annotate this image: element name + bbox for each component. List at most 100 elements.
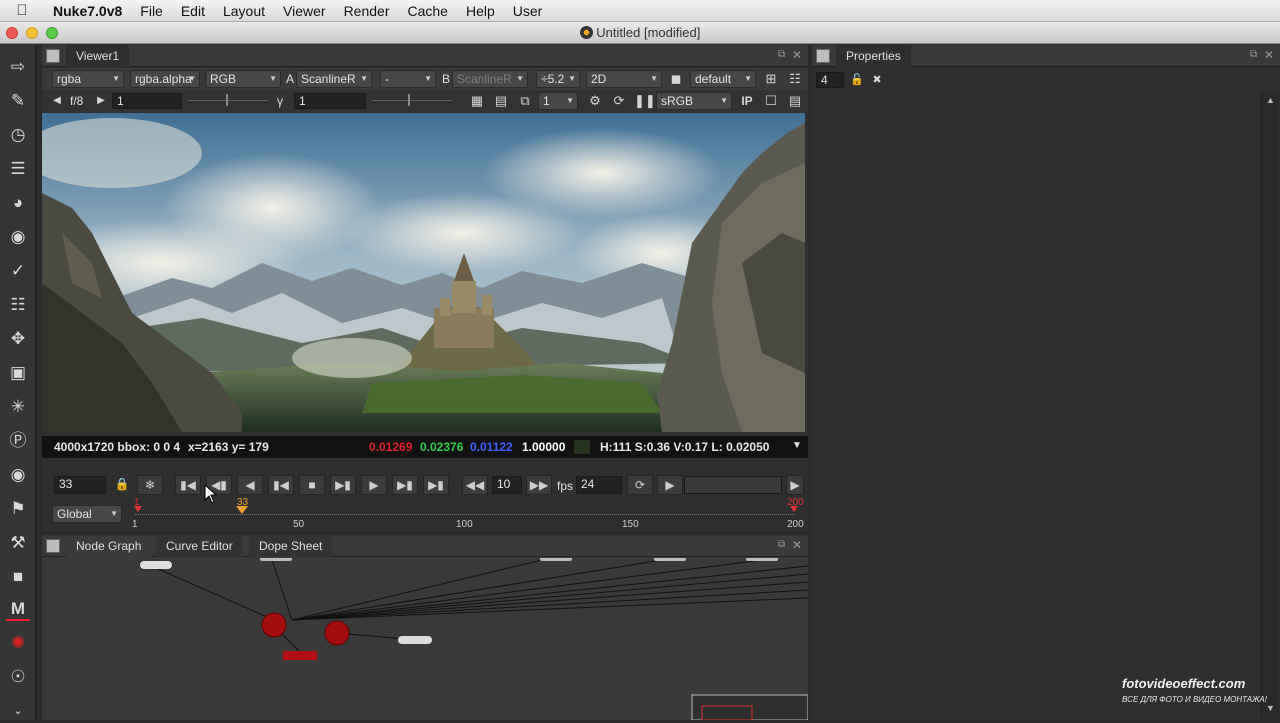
expand-icon[interactable]: ⌄ <box>6 699 30 723</box>
node-graph-canvas[interactable] <box>42 558 808 720</box>
downscale-dropdown[interactable]: ÷5.2 ▼ <box>536 70 580 88</box>
refresh-icon[interactable]: ⟳ <box>610 92 628 110</box>
float-panel-icon[interactable]: ⧉ <box>1250 49 1257 60</box>
metadata-icon[interactable]: ⚑ <box>6 497 30 521</box>
gain-slider[interactable] <box>188 94 268 106</box>
channel-icon[interactable]: ☰ <box>6 157 30 181</box>
node-pill[interactable] <box>260 558 292 561</box>
scroll-up-icon[interactable]: ▲ <box>1266 95 1275 105</box>
panel-grip-icon[interactable] <box>46 49 60 63</box>
lock-frame-icon[interactable]: 🔒 <box>109 475 135 495</box>
render-region-icon[interactable]: ⚙ <box>586 92 604 110</box>
toggle-overlay-icon[interactable]: ◼ <box>667 70 685 88</box>
scene-node[interactable] <box>324 620 350 646</box>
input-a-dropdown[interactable]: ScanlineR ▼ <box>296 70 372 88</box>
extra-controls-icon[interactable]: ▶ <box>786 475 804 495</box>
gamma-input[interactable]: 1 <box>294 93 366 109</box>
float-panel-icon[interactable]: ⧉ <box>778 49 785 60</box>
out-point-icon[interactable] <box>790 506 798 512</box>
clear-panels-icon[interactable]: ✖ <box>868 71 886 89</box>
proxy-icon[interactable]: ⧉ <box>516 92 534 110</box>
previous-frame-icon[interactable]: ◀ <box>237 475 263 495</box>
next-keyframe-icon[interactable]: ▶▮ <box>392 475 418 495</box>
menu-file[interactable]: File <box>131 3 172 19</box>
menu-help[interactable]: Help <box>457 3 504 19</box>
color-icon[interactable]: ◕ <box>6 191 30 215</box>
in-point-icon[interactable] <box>134 506 142 512</box>
menu-user[interactable]: User <box>504 3 552 19</box>
properties-scrollbar[interactable]: ▲ ▼ <box>1261 93 1279 719</box>
scanline-render-node[interactable] <box>261 612 287 638</box>
colorspace-dropdown[interactable]: sRGB ▼ <box>656 92 732 110</box>
node-pill[interactable] <box>654 558 686 561</box>
3d-icon[interactable]: ▣ <box>6 361 30 385</box>
roi-icon[interactable]: ⊞ <box>762 70 780 88</box>
panel-grip-icon[interactable] <box>816 49 830 63</box>
menu-edit[interactable]: Edit <box>172 3 214 19</box>
input-b-dropdown[interactable]: ScanlineR ▼ <box>452 70 528 88</box>
transform-icon[interactable]: ✥ <box>6 327 30 351</box>
playback-range-field[interactable] <box>684 476 782 494</box>
close-panel-icon[interactable]: ✕ <box>792 48 802 62</box>
last-frame-icon[interactable]: ▶▮ <box>423 475 449 495</box>
close-panel-icon[interactable]: ✕ <box>792 538 802 552</box>
menu-render[interactable]: Render <box>335 3 399 19</box>
node-graph-navigator[interactable] <box>691 694 808 720</box>
blend-mode-dropdown[interactable]: - ▼ <box>380 70 436 88</box>
input-icon[interactable]: ⇨ <box>6 55 30 79</box>
current-frame-input[interactable]: 33 <box>54 476 106 494</box>
node-pill[interactable] <box>398 636 432 644</box>
toolsets-icon[interactable]: ⚒ <box>6 531 30 555</box>
menu-cache[interactable]: Cache <box>398 3 456 19</box>
keyer-icon[interactable]: ✓ <box>6 259 30 283</box>
m-icon[interactable]: M <box>6 597 30 621</box>
max-panels-input[interactable]: 4 <box>816 72 844 88</box>
deep-icon[interactable]: Ⓟ <box>6 429 30 453</box>
info-menu-icon[interactable]: ▼ <box>792 440 802 451</box>
camera-node[interactable] <box>283 651 317 660</box>
node-pill[interactable] <box>140 561 172 569</box>
flipbook-icon[interactable]: ▶ <box>657 475 683 495</box>
skip-backward-icon[interactable]: ◀◀ <box>462 475 488 495</box>
float-panel-icon[interactable]: ⧉ <box>778 539 785 550</box>
fstop-increase-icon[interactable]: ▶ <box>92 92 110 110</box>
wipe-icon[interactable]: ☐ <box>762 92 780 110</box>
display-channel-dropdown[interactable]: RGB ▼ <box>205 70 281 88</box>
filter-icon[interactable]: ◉ <box>6 225 30 249</box>
timeline[interactable]: 1 33 200 1 50 100 150 200 <box>132 497 804 532</box>
scroll-down-icon[interactable]: ▼ <box>1266 703 1275 713</box>
fstop-decrease-icon[interactable]: ◀ <box>48 92 66 110</box>
channels-dropdown[interactable]: rgba ▼ <box>52 70 124 88</box>
tab-node-graph[interactable]: Node Graph <box>66 535 152 557</box>
lock-panels-icon[interactable]: 🔓 <box>848 71 866 89</box>
viewer-image[interactable] <box>42 113 805 432</box>
node-pill[interactable] <box>746 558 778 561</box>
time-icon[interactable]: ◷ <box>6 123 30 147</box>
merge-icon[interactable]: ☷ <box>6 293 30 317</box>
close-panel-icon[interactable]: ✕ <box>1264 48 1274 62</box>
menu-layout[interactable]: Layout <box>214 3 274 19</box>
play-forward-icon[interactable]: ▶▮ <box>330 475 356 495</box>
pause-icon[interactable]: ❚❚ <box>634 92 656 110</box>
loop-mode-icon[interactable]: ⟳ <box>627 475 653 495</box>
first-frame-icon[interactable]: ▮◀ <box>175 475 201 495</box>
tab-dope-sheet[interactable]: Dope Sheet <box>249 535 333 557</box>
frame-range-dropdown[interactable]: Global ▼ <box>52 505 122 523</box>
skip-forward-icon[interactable]: ▶▶ <box>526 475 552 495</box>
playhead-icon[interactable] <box>236 506 248 514</box>
stripes-icon[interactable]: ▤ <box>786 92 804 110</box>
next-frame-icon[interactable]: ▶ <box>361 475 387 495</box>
stop-icon[interactable]: ■ <box>299 475 325 495</box>
gamma-slider[interactable] <box>372 94 452 106</box>
proxy-dropdown[interactable]: 1 ▼ <box>538 92 578 110</box>
views-icon[interactable]: ◉ <box>6 463 30 487</box>
lut-preset-dropdown[interactable]: default ▼ <box>690 70 756 88</box>
furnace-icon[interactable]: ✺ <box>6 631 30 655</box>
tab-viewer1[interactable]: Viewer1 <box>66 45 130 67</box>
apple-icon[interactable]:  <box>0 2 44 19</box>
view-mode-dropdown[interactable]: 2D ▼ <box>586 70 662 88</box>
app-menu[interactable]: Nuke7.0v8 <box>44 3 131 19</box>
draw-icon[interactable]: ✎ <box>6 89 30 113</box>
other-icon[interactable]: ■ <box>6 565 30 589</box>
zebra-icon[interactable]: ▤ <box>492 92 510 110</box>
